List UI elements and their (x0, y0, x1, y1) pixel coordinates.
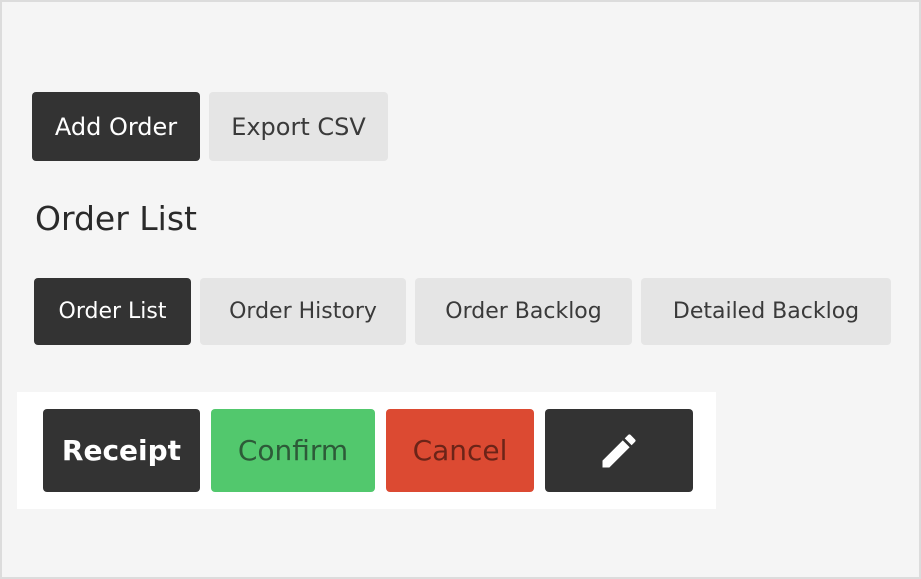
edit-button[interactable] (545, 409, 693, 492)
receipt-button[interactable]: Receipt (43, 409, 200, 492)
tab-order-history[interactable]: Order History (200, 278, 406, 345)
page-title: Order List (35, 199, 197, 238)
add-order-button[interactable]: Add Order (32, 92, 200, 161)
tab-detailed-backlog[interactable]: Detailed Backlog (641, 278, 891, 345)
pencil-icon (602, 433, 636, 467)
page-frame: Add Order Export CSV Order List Order Li… (0, 0, 921, 579)
cancel-button[interactable]: Cancel (386, 409, 534, 492)
export-csv-button[interactable]: Export CSV (209, 92, 388, 161)
tab-order-backlog[interactable]: Order Backlog (415, 278, 632, 345)
confirm-button[interactable]: Confirm (211, 409, 375, 492)
tab-order-list[interactable]: Order List (34, 278, 191, 345)
